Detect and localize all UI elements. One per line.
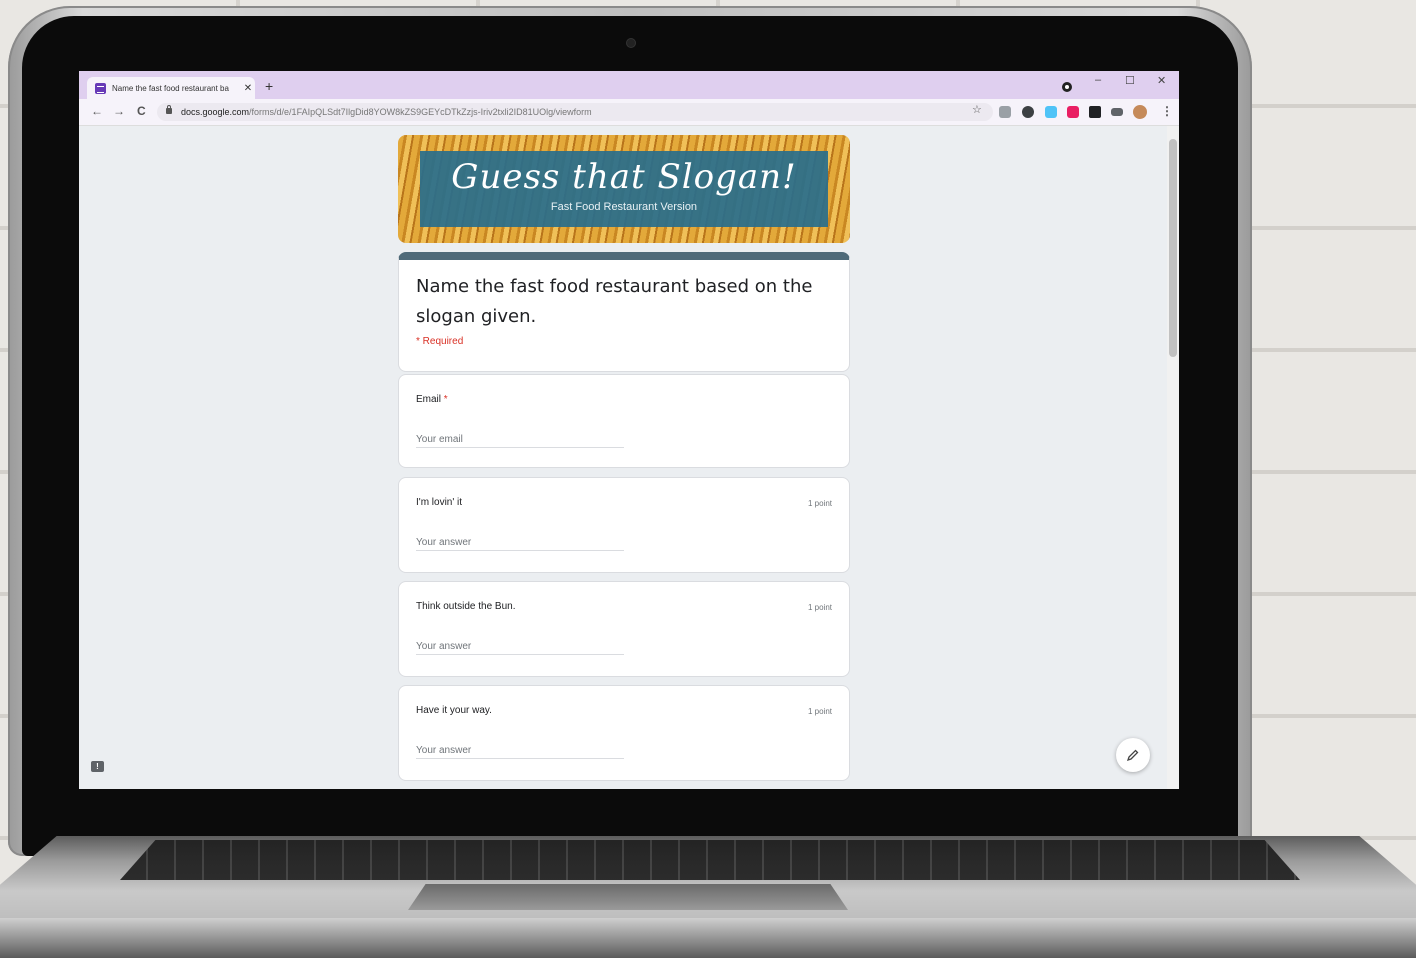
question-card-1: I'm lovin' it 1 point [398, 477, 850, 573]
email-field[interactable] [416, 431, 624, 448]
keyboard [120, 840, 1300, 880]
banner-title: Guess that Slogan! [451, 157, 797, 197]
points-label: 1 point [807, 707, 832, 716]
question-label: Think outside the Bun. [416, 601, 516, 612]
answer-input[interactable] [416, 534, 624, 551]
url-path: /forms/d/e/1FAIpQLSdt7IlgDid8YOW8kZS9GEY… [249, 107, 592, 117]
question-card-email: Email * [398, 374, 850, 468]
browser-menu-icon[interactable]: ⋮ [1161, 104, 1173, 118]
tab-title: Name the fast food restaurant ba [112, 83, 229, 93]
lock-icon [166, 105, 172, 114]
tab-close-icon[interactable]: ✕ [241, 83, 255, 94]
puzzle-extensions-icon[interactable] [1089, 106, 1101, 118]
profile-avatar-icon[interactable] [1133, 105, 1147, 119]
points-label: 1 point [807, 603, 832, 612]
bookmark-star-icon[interactable]: ☆ [972, 103, 982, 116]
new-tab-button[interactable]: + [265, 79, 273, 93]
pencil-icon [1126, 749, 1139, 762]
minimize-button[interactable]: – [1095, 74, 1101, 86]
required-asterisk: * [443, 394, 448, 405]
answer-input[interactable] [416, 638, 624, 655]
tab-google-form[interactable]: Name the fast food restaurant ba ✕ [87, 77, 255, 99]
browser-window: Name the fast food restaurant ba ✕ + – ☐… [79, 71, 1179, 789]
reading-list-icon[interactable] [1111, 108, 1123, 116]
banner-subtitle: Fast Food Restaurant Version [550, 201, 698, 213]
trackpad [408, 884, 848, 910]
edit-form-button[interactable] [1116, 738, 1150, 772]
back-button[interactable]: ← [91, 104, 103, 118]
form-header-image: Guess that Slogan! Fast Food Restaurant … [398, 135, 850, 243]
form-header-card: Name the fast food restaurant based on t… [398, 252, 850, 372]
google-forms-icon [95, 82, 106, 94]
points-label: 1 point [807, 499, 832, 508]
banner-title-panel: Guess that Slogan! Fast Food Restaurant … [420, 151, 828, 227]
url-text: docs.google.com/forms/d/e/1FAIpQLSdt7Ilg… [181, 103, 592, 121]
forward-button[interactable]: → [113, 104, 125, 118]
question-card-2: Think outside the Bun. 1 point [398, 581, 850, 677]
tab-bar: Name the fast food restaurant ba ✕ + – ☐… [79, 71, 1179, 99]
laptop-base-edge [0, 918, 1416, 958]
browser-toolbar: ← → C docs.google.com/forms/d/e/1FAIpQLS… [79, 99, 1179, 126]
record-icon[interactable] [1062, 82, 1072, 92]
url-host: docs.google.com [181, 107, 250, 117]
question-label-text: Email [416, 394, 442, 405]
maximize-button[interactable]: ☐ [1125, 74, 1135, 87]
question-card-3: Have it your way. 1 point [398, 685, 850, 781]
form-title: Name the fast food restaurant based on t… [416, 276, 813, 327]
webcam [626, 38, 636, 48]
question-label: I'm lovin' it [416, 497, 463, 508]
extension-k-icon[interactable] [999, 106, 1011, 118]
answer-input[interactable] [416, 742, 624, 759]
question-label: Email * [416, 394, 448, 405]
scrollbar-thumb[interactable] [1169, 139, 1177, 357]
question-label: Have it your way. [416, 705, 492, 716]
address-bar[interactable]: docs.google.com/forms/d/e/1FAIpQLSdt7Ilg… [157, 103, 993, 121]
reload-button[interactable]: C [137, 104, 146, 118]
close-window-button[interactable]: ✕ [1157, 74, 1166, 87]
ib-extension-icon[interactable] [1067, 106, 1079, 118]
feedback-icon[interactable]: ! [91, 761, 104, 772]
pinterest-icon[interactable] [1022, 106, 1034, 118]
required-note: * Required [416, 336, 464, 347]
download-extension-icon[interactable] [1045, 106, 1057, 118]
